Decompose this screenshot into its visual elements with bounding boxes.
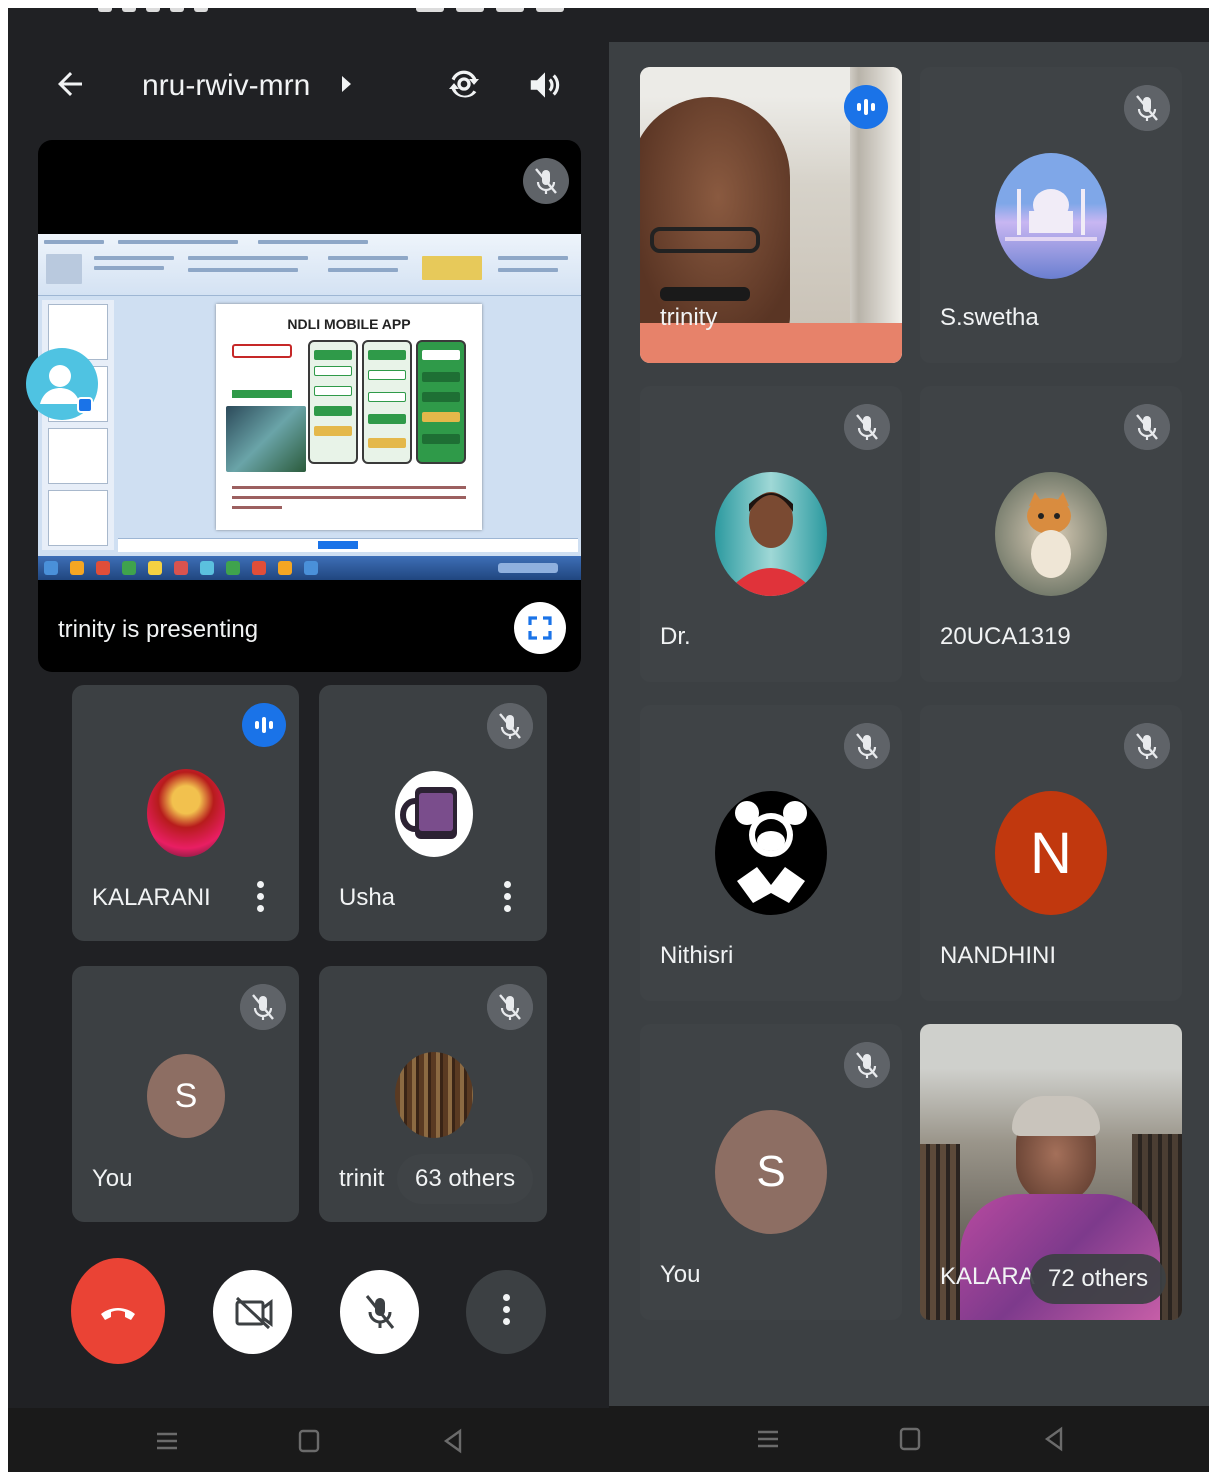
back-arrow-icon[interactable] [52,66,88,102]
participant-tile-usha[interactable]: Usha [319,685,547,941]
home-icon[interactable] [895,1424,925,1454]
participant-name: You [660,1261,701,1288]
participant-name: S.swetha [940,304,1039,331]
participant-tile-you[interactable]: S You [72,966,299,1222]
usha-avatar [395,771,473,857]
camera-off-icon [235,1296,273,1330]
powerpoint-ribbon [38,234,581,296]
you-avatar: S [147,1054,225,1138]
participant-name: Nithisri [660,942,734,969]
participant-tile-kalarani[interactable]: KALARANI [72,685,299,941]
presentation-card[interactable]: NDLI MOBILE APP trinity is presenting [38,140,581,672]
more-options-icon[interactable] [255,881,265,917]
self-floating-avatar[interactable] [26,348,98,420]
more-options-icon[interactable] [502,881,512,917]
dr-avatar [715,472,827,596]
status-bar [8,8,609,32]
kitten-avatar [995,472,1107,596]
mic-off-icon [240,984,286,1030]
mic-off-icon [844,404,890,450]
participant-name: You [92,1165,133,1192]
phone-hangup-icon [101,1308,135,1320]
nav-back-icon[interactable] [1039,1424,1069,1454]
more-vert-icon [501,1294,511,1330]
presenting-label: trinity is presenting [58,616,259,643]
mickey-avatar [715,791,827,915]
swetha-avatar [995,153,1107,279]
nav-back-icon[interactable] [438,1426,468,1456]
others-count-pill[interactable]: 63 others [397,1154,534,1204]
participant-tile-nandhini[interactable]: N NANDHINI [920,705,1182,1001]
slide-title: NDLI MOBILE APP [287,316,411,332]
mic-off-icon [365,1295,395,1329]
mic-off-icon [487,984,533,1030]
speaking-indicator-icon [242,703,286,747]
recents-icon[interactable] [152,1426,182,1456]
android-nav-bar [609,1406,1209,1472]
windows-taskbar [38,556,581,580]
mic-off-icon [1124,85,1170,131]
mic-off-icon [844,1042,890,1088]
shared-screen: NDLI MOBILE APP [38,234,581,580]
you-avatar: S [715,1110,827,1234]
speaking-indicator-icon [844,85,888,129]
end-call-button[interactable] [71,1258,165,1364]
participant-tile-s-swetha[interactable]: S.swetha [920,67,1182,363]
fullscreen-icon [528,616,552,640]
camera-toggle-button[interactable] [213,1270,292,1354]
switch-camera-icon[interactable] [444,64,484,104]
speaker-icon[interactable] [526,66,564,104]
participant-tile-dr[interactable]: Dr. [640,386,902,682]
participant-name: 20UCA1319 [940,623,1071,650]
phone-hand-photo [226,406,306,472]
person-icon [40,365,93,413]
more-options-button[interactable] [466,1270,546,1354]
participant-grid: trinity S.swetha Dr. 20UCA1319 Nithisri … [609,42,1209,1406]
fullscreen-button[interactable] [514,602,566,654]
participant-name: NANDHINI [940,942,1057,969]
participant-tile-20uca1319[interactable]: 20UCA1319 [920,386,1182,682]
recents-icon[interactable] [753,1424,783,1454]
participant-tile-you[interactable]: S You [640,1024,902,1320]
current-slide: NDLI MOBILE APP [216,304,482,530]
nandhini-avatar: N [995,791,1107,915]
others-count-pill[interactable]: 72 others [1030,1254,1167,1304]
participant-name: Dr. [660,623,691,650]
left-screen: nru-rwiv-mrn NDLI MOBILE APP trinity is … [8,8,609,1472]
participant-tile-nithisri[interactable]: Nithisri [640,705,902,1001]
meeting-top-bar: nru-rwiv-mrn [8,58,609,114]
participant-tile-trinity[interactable]: trinity [640,67,902,363]
mic-off-icon [523,158,569,204]
mic-off-icon [487,703,533,749]
library-avatar [395,1052,473,1138]
mic-off-icon [844,723,890,769]
participant-tile-trinity[interactable]: trinit 63 others [319,966,547,1222]
right-screen: trinity S.swetha Dr. 20UCA1319 Nithisri … [609,8,1209,1472]
participant-name: KALARANI [92,884,211,911]
participant-name: trinit [339,1165,385,1192]
participant-name: KALARA [940,1263,1035,1290]
caret-right-icon[interactable] [342,76,351,92]
slide-thumbnails [42,300,114,550]
status-bar [609,8,1209,42]
kalarani-avatar [147,769,225,857]
home-icon[interactable] [294,1426,324,1456]
notes-bar [118,538,578,552]
meeting-code[interactable]: nru-rwiv-mrn [142,66,310,106]
participant-name: Usha [339,884,396,911]
participant-name: trinity [660,304,718,331]
participant-tile-kalarani-video[interactable]: KALARA 72 others [920,1024,1182,1320]
android-nav-bar [8,1408,609,1472]
mic-off-icon [1124,404,1170,450]
microphone-toggle-button[interactable] [340,1270,419,1354]
mic-off-icon [1124,723,1170,769]
